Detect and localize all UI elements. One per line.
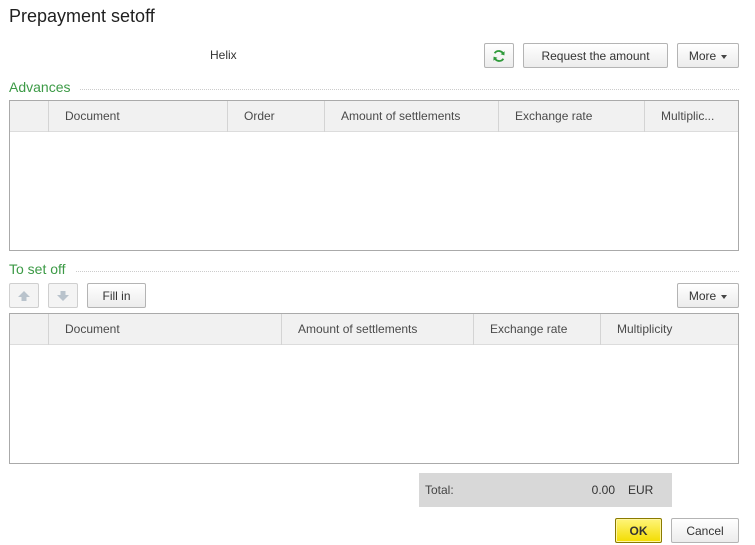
refresh-icon	[492, 49, 506, 63]
column-header-amount[interactable]: Amount of settlements	[325, 101, 499, 132]
section-divider	[80, 89, 739, 90]
total-amount-field: 0.00	[459, 479, 620, 501]
column-header-order[interactable]: Order	[228, 101, 325, 132]
more-label: More	[688, 48, 717, 63]
fill-in-label: Fill in	[102, 288, 131, 303]
column-header-multiplicity[interactable]: Multiplic...	[645, 101, 738, 132]
section-divider	[76, 271, 739, 272]
total-label: Total:	[425, 483, 454, 497]
column-header-document[interactable]: Document	[49, 101, 228, 132]
column-header-exchange-rate[interactable]: Exchange rate	[499, 101, 645, 132]
column-header-amount[interactable]: Amount of settlements	[282, 314, 474, 345]
row-marker-column	[10, 314, 49, 345]
more-button-setoff[interactable]: More	[677, 283, 739, 308]
fill-in-button[interactable]: Fill in	[87, 283, 146, 308]
setoff-table-header: Document Amount of settlements Exchange …	[10, 314, 738, 345]
ok-button[interactable]: OK	[615, 518, 662, 543]
ok-label: OK	[629, 523, 648, 538]
chevron-down-icon	[721, 294, 728, 299]
request-amount-label: Request the amount	[541, 48, 650, 63]
request-amount-button[interactable]: Request the amount	[523, 43, 668, 68]
column-header-multiplicity[interactable]: Multiplicity	[601, 314, 738, 345]
move-up-button[interactable]	[9, 283, 39, 308]
advances-table-header: Document Order Amount of settlements Exc…	[10, 101, 738, 132]
counterparty-label: Helix	[210, 48, 237, 62]
arrow-down-icon	[56, 289, 70, 303]
cancel-button[interactable]: Cancel	[671, 518, 739, 543]
row-marker-column	[10, 101, 49, 132]
move-down-button[interactable]	[48, 283, 78, 308]
column-header-exchange-rate[interactable]: Exchange rate	[474, 314, 601, 345]
more-label: More	[688, 288, 717, 303]
column-header-document[interactable]: Document	[49, 314, 282, 345]
refresh-button[interactable]	[484, 43, 514, 68]
total-currency: EUR	[628, 483, 654, 497]
setoff-table[interactable]: Document Amount of settlements Exchange …	[9, 313, 739, 464]
advances-section-title: Advances	[9, 79, 71, 95]
arrow-up-icon	[17, 289, 31, 303]
chevron-down-icon	[721, 54, 728, 59]
page-title: Prepayment setoff	[9, 6, 155, 26]
cancel-label: Cancel	[686, 523, 724, 538]
advances-table[interactable]: Document Order Amount of settlements Exc…	[9, 100, 739, 251]
setoff-section-title: To set off	[9, 261, 66, 277]
more-button-top[interactable]: More	[677, 43, 739, 68]
